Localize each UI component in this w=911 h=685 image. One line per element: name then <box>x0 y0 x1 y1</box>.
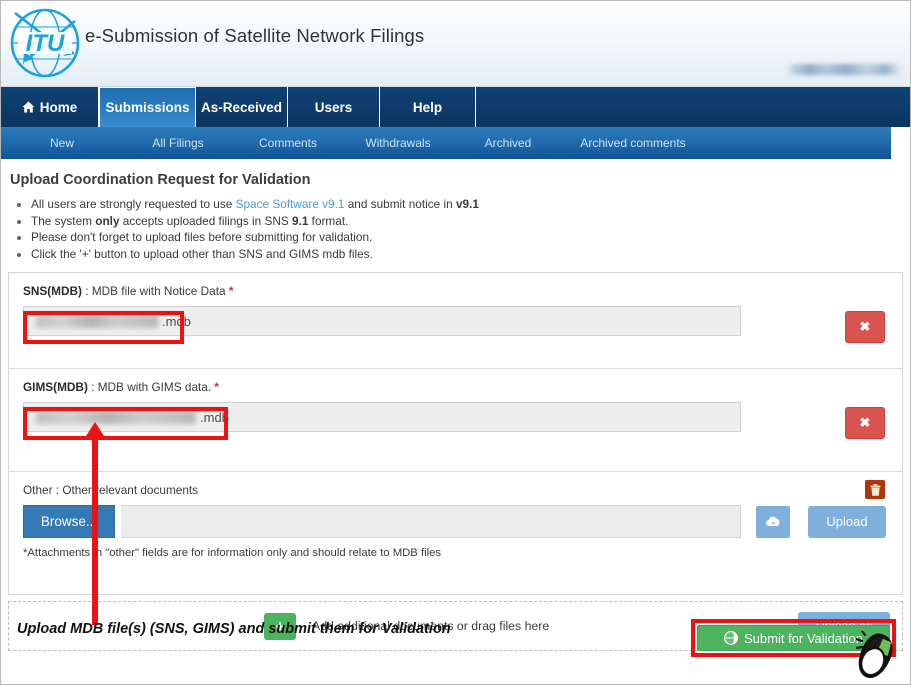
other-label-strong: Other <box>23 483 53 497</box>
nav-tab-submissions-label: Submissions <box>105 100 189 115</box>
sns-file-display[interactable]: .mdb <box>23 306 741 336</box>
instruction-text: accepts uploaded filings in SNS <box>120 214 292 228</box>
nav-tab-home-label: Home <box>40 100 78 115</box>
attachments-note: *Attachments in "other" fields are for i… <box>23 547 888 559</box>
subnav-item-all-filings[interactable]: All Filings <box>123 136 233 150</box>
space-software-link[interactable]: Space Software v9.1 <box>236 197 345 211</box>
sns-mdb-label-rest: : MDB file with Notice Data <box>82 284 229 298</box>
nav-tab-users[interactable]: Users <box>288 87 380 127</box>
submit-for-validation-button[interactable]: Submit for Validation <box>697 625 890 651</box>
svg-text:ITU: ITU <box>26 30 65 57</box>
gims-file-display[interactable]: .mdb <box>23 402 741 432</box>
sub-navigation: New All Filings Comments Withdrawals Arc… <box>1 127 891 159</box>
browse-button-label: Browse... <box>41 514 97 529</box>
other-documents-label: Other : Other relevant documents <box>23 483 888 497</box>
home-icon <box>22 101 35 116</box>
page-title: Upload Coordination Request for Validati… <box>10 172 904 188</box>
subnav-item-archived[interactable]: Archived <box>453 136 563 150</box>
required-asterisk: * <box>229 284 234 298</box>
app-title: e-Submission of Satellite Network Filing… <box>85 25 424 47</box>
close-icon: ✖ <box>860 319 871 335</box>
nav-tab-users-label: Users <box>315 100 353 115</box>
cloud-upload-icon-button[interactable] <box>756 506 790 538</box>
upload-button[interactable]: Upload <box>808 506 886 538</box>
annotation-caption: Upload MDB file(s) (SNS, GIMS) and submi… <box>17 621 451 637</box>
gims-filename-redacted <box>36 411 196 424</box>
other-file-input[interactable] <box>121 505 741 538</box>
upload-panel: SNS(MDB) : MDB file with Notice Data * .… <box>8 272 903 595</box>
sns-filename-redacted <box>36 315 158 328</box>
submit-highlight-box: Submit for Validation <box>691 619 896 657</box>
annotation-arrow-line <box>92 433 98 625</box>
upload-button-label: Upload <box>826 514 867 529</box>
instruction-emphasis: only <box>95 214 119 228</box>
submit-button-label: Submit for Validation <box>744 631 863 646</box>
sns-mdb-label: SNS(MDB) : MDB file with Notice Data * <box>23 284 888 298</box>
sns-remove-button[interactable]: ✖ <box>845 311 885 343</box>
subnav-item-new[interactable]: New <box>1 136 123 150</box>
gims-mdb-label-strong: GIMS(MDB) <box>23 380 88 394</box>
instruction-emphasis: v9.1 <box>456 197 479 211</box>
instruction-text: Please don't forget to upload files befo… <box>31 230 372 244</box>
gims-mdb-label-rest: : MDB with GIMS data. <box>88 380 215 394</box>
gims-mdb-row: GIMS(MDB) : MDB with GIMS data. * .mdb ✖ <box>9 369 902 472</box>
trash-icon <box>870 484 881 496</box>
instruction-item: The system only accepts uploaded filings… <box>31 213 904 230</box>
page-header: ITU e-Submission of Satellite Network Fi… <box>1 1 910 87</box>
instruction-item: Click the '+' button to upload other tha… <box>31 246 904 263</box>
app-window: ITU e-Submission of Satellite Network Fi… <box>0 0 911 685</box>
nav-tab-help[interactable]: Help <box>380 87 476 127</box>
annotation-arrow-head <box>86 422 104 436</box>
nav-tab-submissions[interactable]: Submissions <box>99 87 196 127</box>
globe-icon <box>724 631 738 645</box>
browse-button[interactable]: Browse... <box>23 505 115 538</box>
nav-tab-home[interactable]: Home <box>1 87 99 127</box>
gims-remove-button[interactable]: ✖ <box>845 407 885 439</box>
other-upload-controls: Browse... Upload <box>23 505 888 538</box>
subnav-item-archived-comments[interactable]: Archived comments <box>563 136 703 150</box>
close-icon: ✖ <box>860 415 871 431</box>
trash-icon-button[interactable] <box>865 480 885 499</box>
sns-mdb-label-strong: SNS(MDB) <box>23 284 82 298</box>
instruction-text: All users are strongly requested to use <box>31 197 236 211</box>
sns-filename: .mdb <box>36 314 191 329</box>
nav-tab-as-received-label: As-Received <box>201 100 282 115</box>
main-content: Upload Coordination Request for Validati… <box>1 172 910 651</box>
gims-filename: .mdb <box>36 410 229 425</box>
main-navigation: Home Submissions As-Received Users Help <box>1 87 910 127</box>
required-asterisk: * <box>214 380 219 394</box>
other-documents-row: Other : Other relevant documents Browse.… <box>9 472 902 594</box>
sns-mdb-row: SNS(MDB) : MDB file with Notice Data * .… <box>9 273 902 369</box>
instruction-item: All users are strongly requested to use … <box>31 196 904 213</box>
sns-filename-extension: .mdb <box>162 314 191 329</box>
instruction-text: Click the '+' button to upload other tha… <box>31 247 373 261</box>
instruction-emphasis: 9.1 <box>292 214 308 228</box>
subnav-item-withdrawals[interactable]: Withdrawals <box>343 136 453 150</box>
nav-tab-as-received[interactable]: As-Received <box>196 87 288 127</box>
gims-filename-extension: .mdb <box>200 410 229 425</box>
instruction-text: The system <box>31 214 95 228</box>
instruction-text: format. <box>308 214 348 228</box>
nav-tab-help-label: Help <box>413 100 442 115</box>
instructions-list: All users are strongly requested to use … <box>7 196 904 262</box>
user-account-redacted <box>786 64 902 75</box>
other-label-rest: : Other relevant documents <box>53 483 199 497</box>
cloud-upload-icon <box>765 515 782 528</box>
instruction-text: and submit notice in <box>344 197 455 211</box>
itu-globe-logo: ITU <box>7 5 83 81</box>
gims-mdb-label: GIMS(MDB) : MDB with GIMS data. * <box>23 380 888 394</box>
instruction-item: Please don't forget to upload files befo… <box>31 229 904 246</box>
subnav-item-comments[interactable]: Comments <box>233 136 343 150</box>
